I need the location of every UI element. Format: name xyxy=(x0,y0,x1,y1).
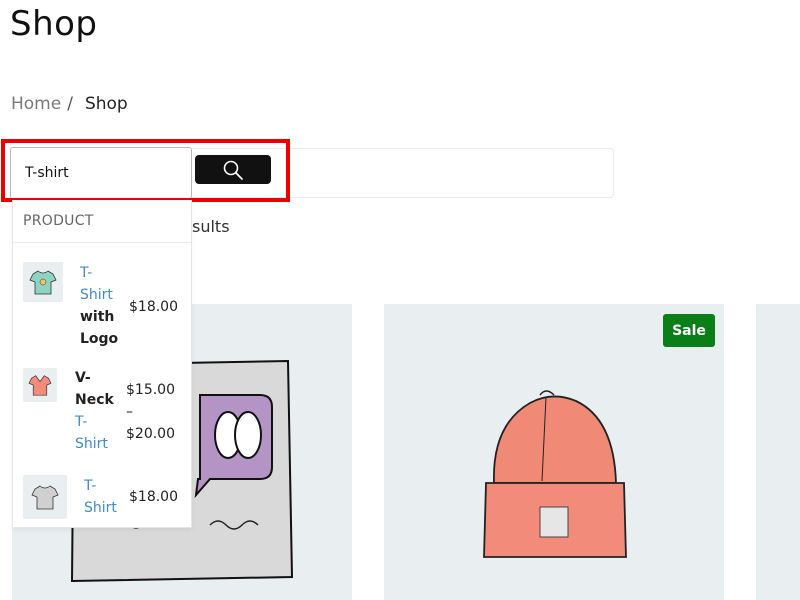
product-name-part[interactable]: Shirt xyxy=(75,433,114,455)
tshirt-icon xyxy=(31,485,59,510)
price-separator: – xyxy=(126,404,133,420)
tshirt-icon xyxy=(28,375,52,396)
product-card-partial[interactable] xyxy=(756,304,800,600)
search-input[interactable] xyxy=(10,147,192,199)
search-button[interactable] xyxy=(195,155,271,184)
breadcrumb-current: Shop xyxy=(84,94,128,114)
breadcrumb: Home / Shop xyxy=(11,94,128,114)
search-icon xyxy=(223,160,243,180)
product-price: $18.00 xyxy=(129,299,178,315)
tshirt-icon xyxy=(29,270,57,295)
page-title: Shop xyxy=(10,4,98,44)
search-results-dropdown: PRODUCT T- Shirt with Logo $18.00 V- Nec… xyxy=(12,200,192,528)
product-price-range: $15.00 – $20.00 xyxy=(126,379,175,445)
product-thumbnail xyxy=(23,262,63,302)
product-name-part[interactable]: T- xyxy=(80,262,118,284)
product-name-part[interactable]: T- xyxy=(75,411,114,433)
results-count-text: sults xyxy=(192,217,230,236)
price-low: $15.00 xyxy=(126,382,175,398)
product-name[interactable]: T- Shirt xyxy=(84,475,117,519)
product-name-part[interactable]: Neck xyxy=(75,389,114,411)
product-name[interactable]: T- Shirt with Logo xyxy=(80,262,118,350)
product-name[interactable]: V- Neck T- Shirt xyxy=(75,367,114,455)
product-name-part[interactable]: V- xyxy=(75,367,114,389)
sale-badge: Sale xyxy=(663,314,715,347)
beanie-image xyxy=(483,390,627,558)
product-name-part[interactable]: Logo xyxy=(80,328,118,350)
product-name-part[interactable]: Shirt xyxy=(80,284,118,306)
product-name-part[interactable]: Shirt xyxy=(84,497,117,519)
breadcrumb-home-link[interactable]: Home xyxy=(11,94,61,114)
dropdown-header: PRODUCT xyxy=(23,213,94,229)
breadcrumb-separator: / xyxy=(67,94,73,114)
product-name-part[interactable]: with xyxy=(80,306,118,328)
shop-page: Shop Home / Shop sults Sale PRODUCT xyxy=(0,0,800,600)
dropdown-divider xyxy=(13,242,191,243)
product-price: $18.00 xyxy=(129,489,178,505)
product-name-part[interactable]: T- xyxy=(84,475,117,497)
product-thumbnail xyxy=(23,475,67,519)
price-high: $20.00 xyxy=(126,426,175,442)
product-thumbnail xyxy=(23,368,57,402)
